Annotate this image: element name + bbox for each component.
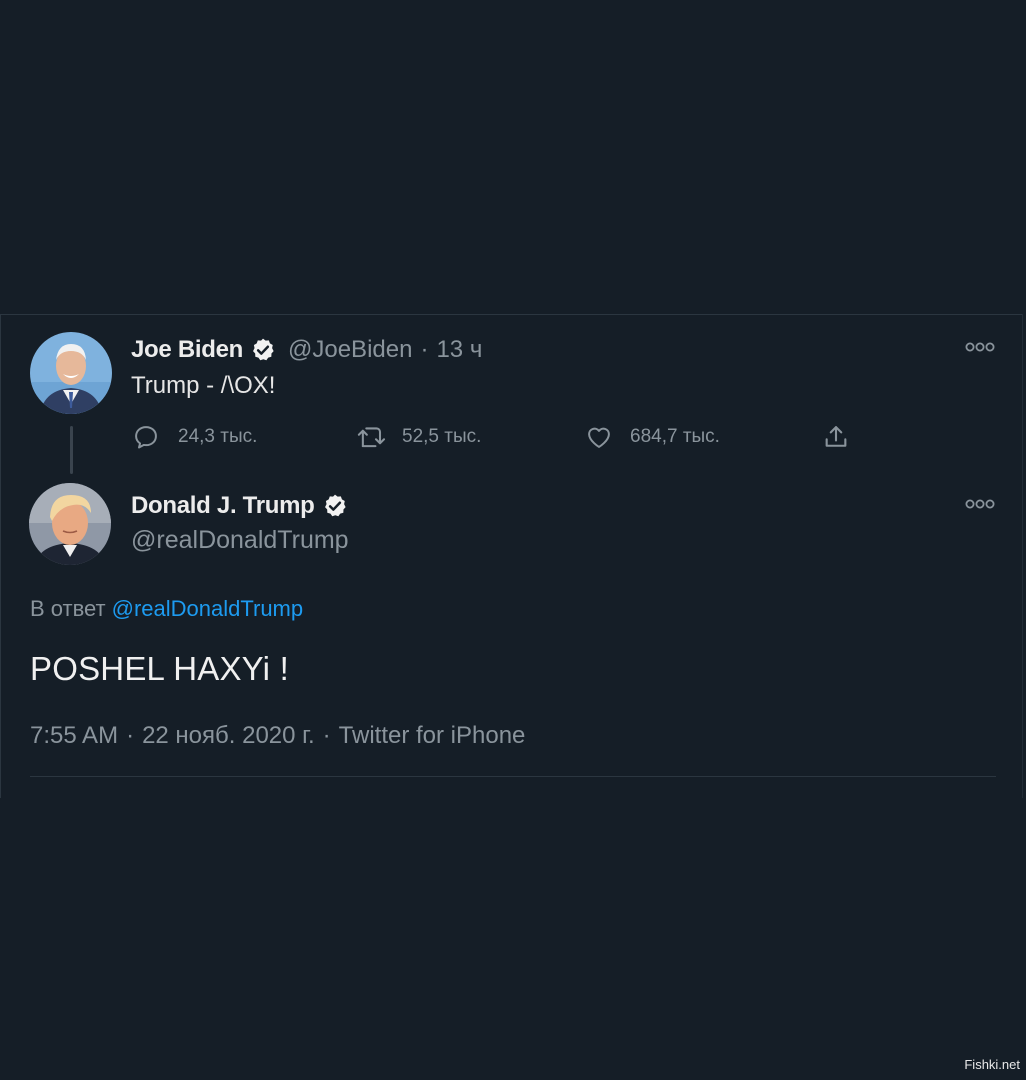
tweet-actions-bar: 24,3 тыс. 52,5 тыс. 684,7 тыс.: [132, 420, 892, 454]
author-name[interactable]: Joe Biden: [131, 336, 243, 364]
divider: [30, 776, 996, 777]
reply-icon: [132, 423, 160, 451]
retweet-button[interactable]: 52,5 тыс.: [356, 420, 481, 454]
like-count: 684,7 тыс.: [630, 426, 720, 447]
author-row: Donald J. Trump: [131, 492, 348, 520]
heart-icon: [584, 423, 612, 451]
separator: ·: [126, 722, 135, 749]
divider: [0, 314, 1, 798]
separator: ·: [420, 336, 429, 363]
tweet-meta: 7:55 AM · 22 нояб. 2020 г. · Twitter for iPh…: [30, 722, 525, 750]
verified-badge-icon: [322, 493, 348, 519]
author-name[interactable]: Donald J. Trump: [131, 492, 315, 520]
more-options-icon[interactable]: [964, 340, 996, 354]
tweet-date[interactable]: 22 нояб. 2020 г.: [142, 722, 315, 749]
screenshot-canvas: Joe Biden @JoeBiden · 13 ч Trump - /\OX!: [0, 0, 1026, 1080]
author-handle[interactable]: @realDonaldTrump: [131, 526, 349, 555]
retweet-icon: [356, 423, 386, 451]
reply-prefix: В ответ: [30, 596, 106, 621]
reply-context: В ответ @realDonaldTrump: [30, 596, 303, 622]
share-button[interactable]: [822, 420, 850, 454]
retweet-count: 52,5 тыс.: [402, 426, 482, 447]
like-button[interactable]: 684,7 тыс.: [584, 420, 720, 454]
divider: [0, 314, 1022, 315]
thread-connector-line: [70, 426, 73, 474]
tweet-source[interactable]: Twitter for iPhone: [339, 722, 526, 749]
reply-count: 24,3 тыс.: [178, 426, 258, 447]
tweet-time[interactable]: 7:55 AM: [30, 722, 118, 749]
author-handle[interactable]: @JoeBiden: [288, 336, 412, 364]
avatar-trump[interactable]: [29, 483, 111, 565]
reply-mention-link[interactable]: @realDonaldTrump: [112, 596, 303, 621]
more-options-icon[interactable]: [964, 497, 996, 511]
tweet-thread: Joe Biden @JoeBiden · 13 ч Trump - /\OX!: [0, 314, 1026, 800]
verified-badge-icon: [250, 337, 276, 363]
reply-button[interactable]: 24,3 тыс.: [132, 420, 257, 454]
tweet-timestamp[interactable]: 13 ч: [436, 336, 482, 364]
divider: [1022, 314, 1023, 798]
tweet-text: POSHEL HAXYi !: [30, 650, 289, 687]
avatar-biden[interactable]: [30, 332, 112, 414]
watermark: Fishki.net: [964, 1057, 1020, 1072]
author-row: Joe Biden @JoeBiden · 13 ч: [131, 336, 482, 364]
share-icon: [822, 423, 850, 451]
tweet-text: Trump - /\OX!: [131, 372, 276, 399]
separator: ·: [322, 722, 331, 749]
